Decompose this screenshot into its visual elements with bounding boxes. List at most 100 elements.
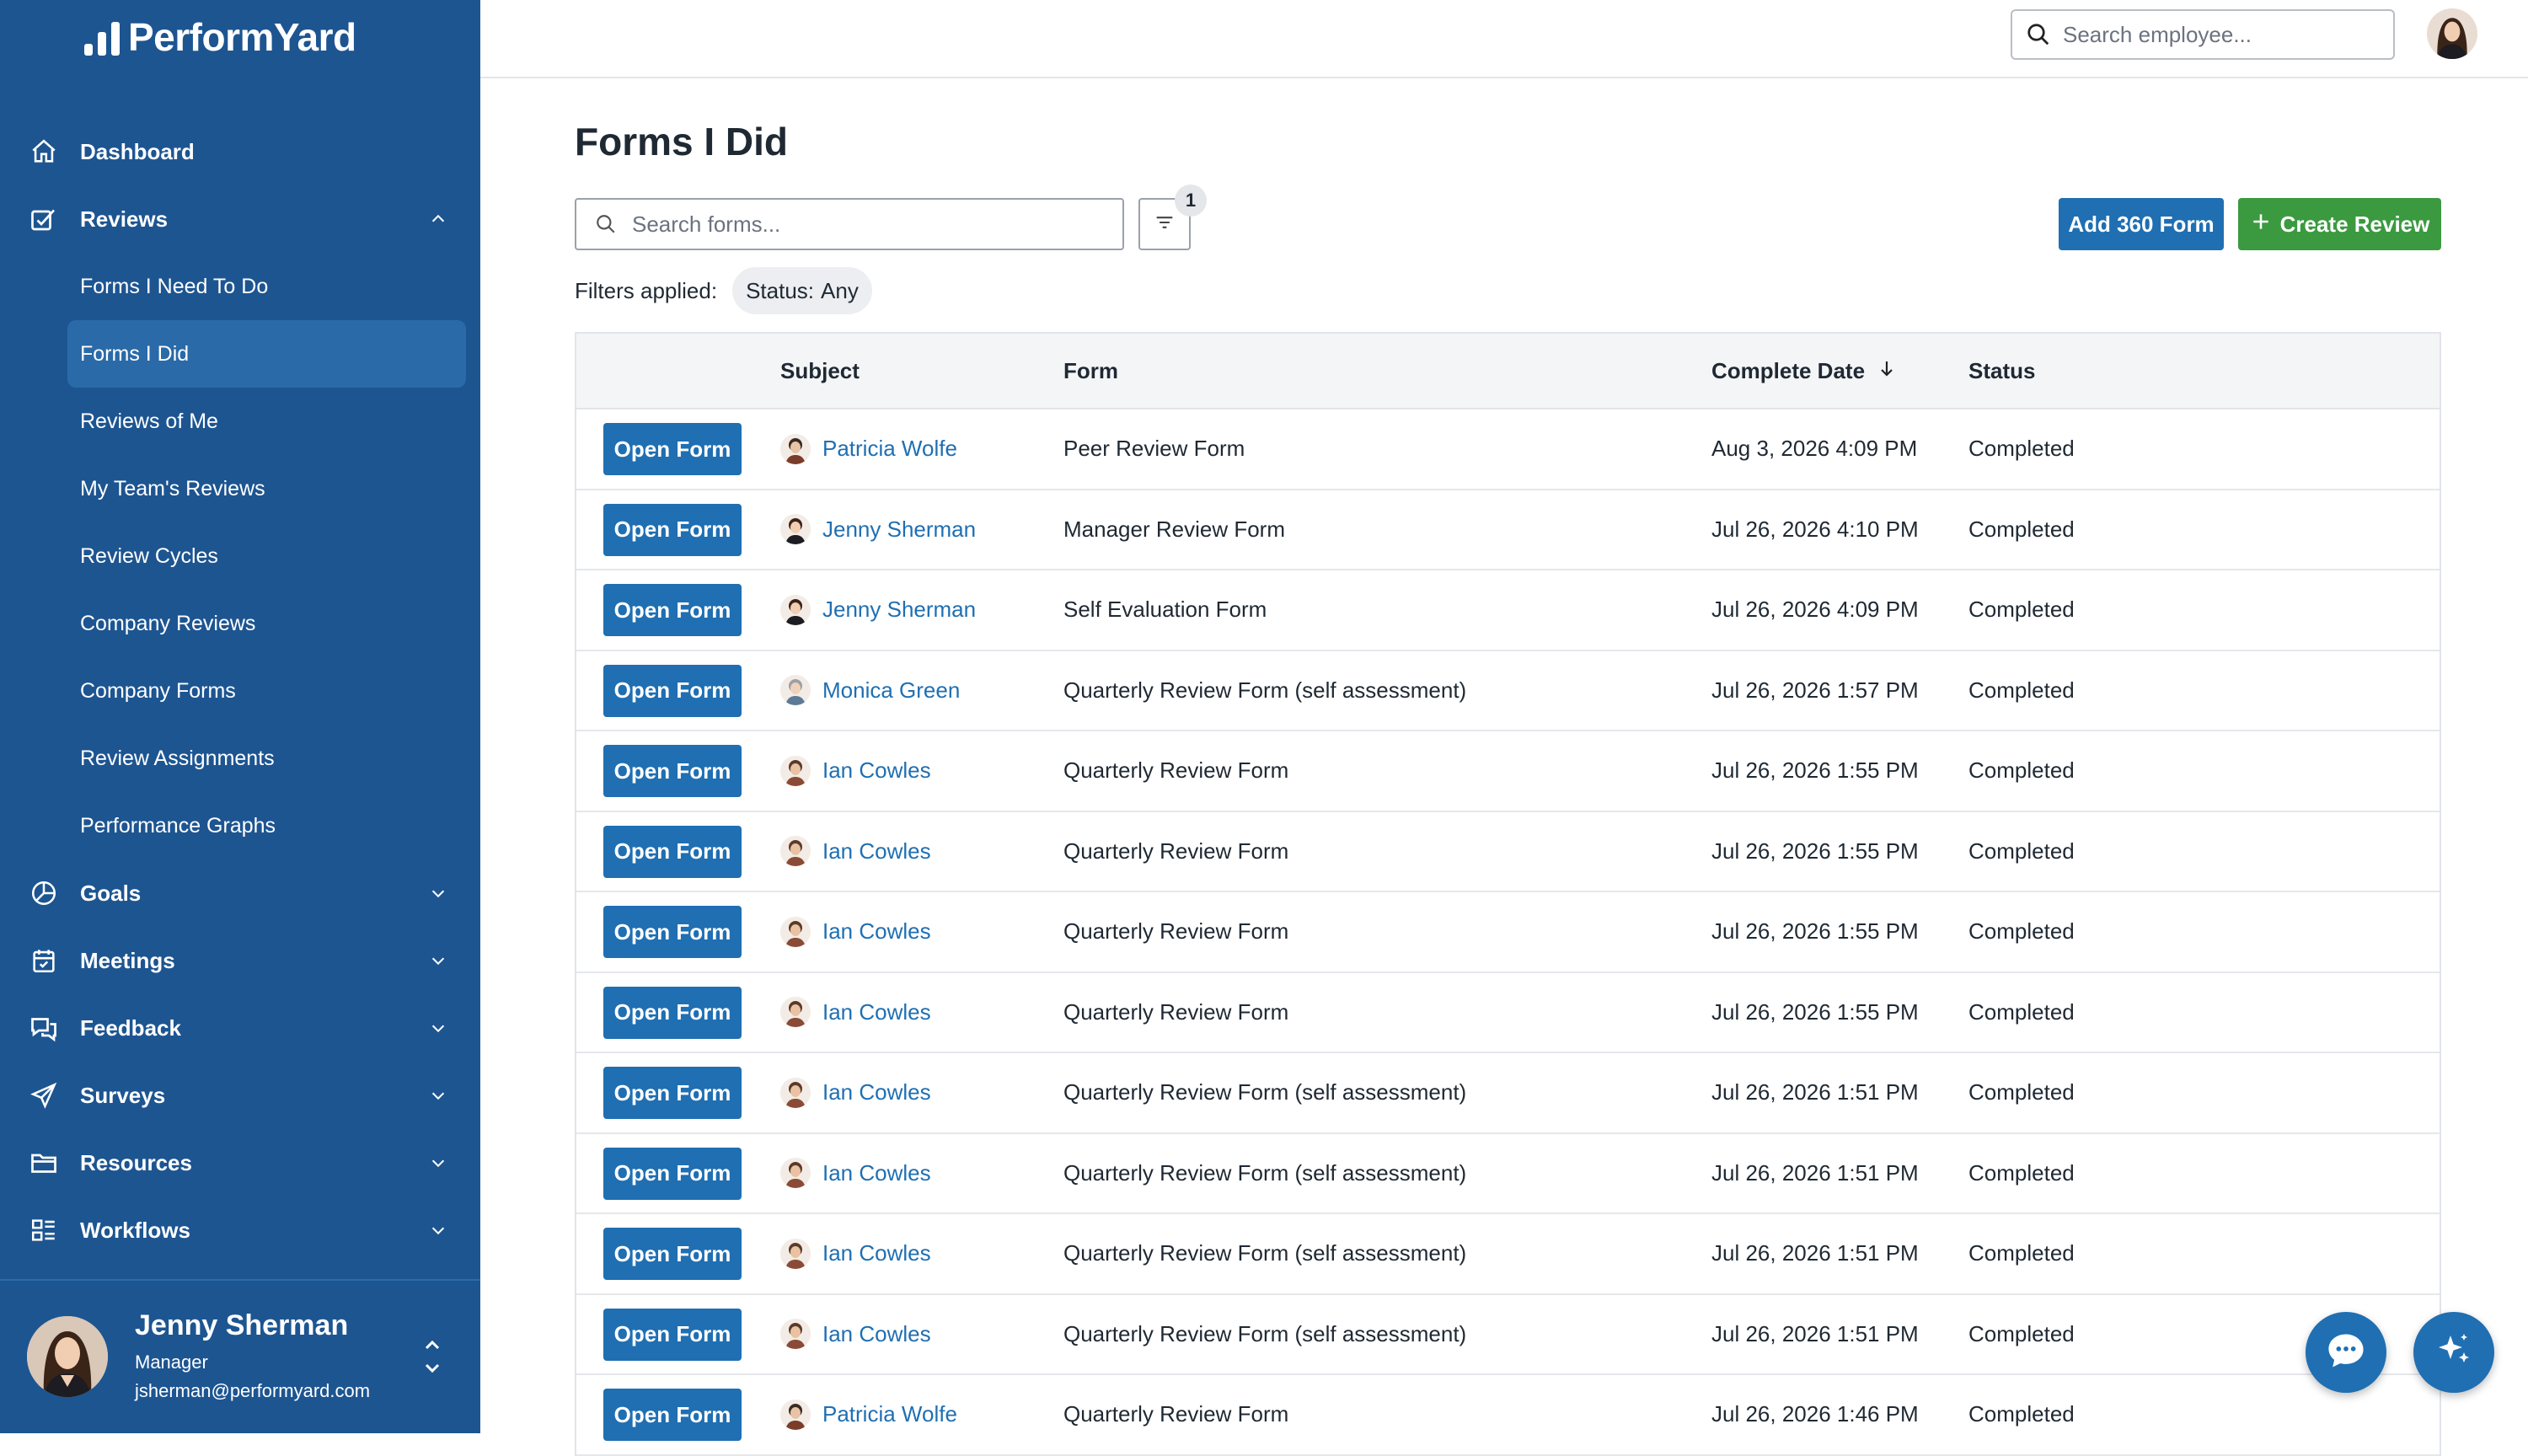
filter-chip-status[interactable]: Status: Any <box>732 267 872 314</box>
subject-link[interactable]: Patricia Wolfe <box>822 1401 957 1427</box>
sidebar-item-surveys[interactable]: Surveys <box>0 1062 480 1129</box>
sidebar-item-dashboard[interactable]: Dashboard <box>0 118 480 185</box>
open-form-button[interactable]: Open Form <box>603 1228 742 1280</box>
sidebar-subitem-forms-i-did[interactable]: Forms I Did <box>0 320 480 388</box>
subject-link[interactable]: Ian Cowles <box>822 1321 931 1347</box>
open-form-button[interactable]: Open Form <box>603 584 742 636</box>
sidebar-subitem-label: Forms I Need To Do <box>80 274 269 298</box>
expand-collapse-icon[interactable] <box>420 1331 445 1382</box>
table-row: Open Form Ian Cowles Quarterly Review Form… <box>576 1053 2440 1134</box>
sidebar-subitem-company-forms[interactable]: Company Forms <box>0 657 480 725</box>
column-header-subject[interactable]: Subject <box>780 334 860 408</box>
complete-date-cell: Aug 3, 2026 4:09 PM <box>1711 436 1918 461</box>
open-form-button[interactable]: Open Form <box>603 1147 742 1200</box>
add-360-form-button[interactable]: Add 360 Form <box>2059 198 2224 250</box>
status-cell: Completed <box>1968 998 2075 1025</box>
subject-link[interactable]: Ian Cowles <box>822 999 931 1025</box>
sidebar-item-goals[interactable]: Goals <box>0 859 480 927</box>
complete-date-cell: Jul 26, 2026 4:09 PM <box>1711 597 1919 622</box>
sidebar-subitem-reviews-of-me[interactable]: Reviews of Me <box>0 388 480 455</box>
column-header-status[interactable]: Status <box>1968 334 2035 408</box>
subject-link[interactable]: Ian Cowles <box>822 757 931 784</box>
avatar <box>27 1316 108 1397</box>
open-form-button[interactable]: Open Form <box>603 986 742 1039</box>
column-header-complete-date[interactable]: Complete Date <box>1711 334 1897 408</box>
open-form-button[interactable]: Open Form <box>603 503 742 556</box>
open-form-button[interactable]: Open Form <box>603 745 742 797</box>
subject-avatar <box>780 594 811 625</box>
subject-cell: Jenny Sherman <box>780 490 976 569</box>
subject-link[interactable]: Jenny Sherman <box>822 597 976 623</box>
subject-avatar <box>780 1238 811 1269</box>
sidebar-subitem-forms-i-need-to-do[interactable]: Forms I Need To Do <box>0 253 480 320</box>
workflow-icon <box>27 1213 61 1247</box>
forms-search-input[interactable] <box>630 210 1106 238</box>
sidebar-item-feedback[interactable]: Feedback <box>0 994 480 1062</box>
chat-button[interactable] <box>2306 1312 2386 1393</box>
subject-link[interactable]: Ian Cowles <box>822 1240 931 1266</box>
main-content: Forms I Did 1 Add 360 Form Create Review… <box>575 77 2444 1456</box>
form-name-cell: Quarterly Review Form <box>1063 998 1289 1025</box>
sidebar-subitem-review-cycles[interactable]: Review Cycles <box>0 522 480 590</box>
open-form-button[interactable]: Open Form <box>603 664 742 717</box>
open-form-button[interactable]: Open Form <box>603 906 742 958</box>
form-name-cell: Peer Review Form <box>1063 436 1245 461</box>
status-cell: Completed <box>1968 838 2075 864</box>
complete-date-cell: Jul 26, 2026 1:46 PM <box>1711 1401 1919 1427</box>
subject-link[interactable]: Monica Green <box>822 677 960 704</box>
sidebar-item-workflows[interactable]: Workflows <box>0 1196 480 1264</box>
open-form-button[interactable]: Open Form <box>603 1308 742 1361</box>
search-icon <box>593 211 619 237</box>
subject-link[interactable]: Ian Cowles <box>822 1160 931 1186</box>
open-form-button[interactable]: Open Form <box>603 825 742 878</box>
sidebar-subitem-label: Review Assignments <box>80 746 275 770</box>
status-cell: Completed <box>1968 918 2075 944</box>
subject-link[interactable]: Jenny Sherman <box>822 517 976 543</box>
form-name-cell: Quarterly Review Form (self assessment) <box>1063 1159 1467 1186</box>
user-menu[interactable]: Jenny Sherman Manager jsherman@performya… <box>0 1279 480 1435</box>
sidebar-item-label: Workflows <box>80 1217 190 1243</box>
sidebar-subitem-company-reviews[interactable]: Company Reviews <box>0 590 480 657</box>
filter-chip-value: Any <box>821 277 859 303</box>
employee-search[interactable] <box>2011 9 2395 60</box>
subject-avatar <box>780 1077 811 1108</box>
status-cell: Completed <box>1968 1401 2075 1427</box>
subject-link[interactable]: Patricia Wolfe <box>822 436 957 462</box>
subject-link[interactable]: Ian Cowles <box>822 838 931 864</box>
form-name-cell: Self Evaluation Form <box>1063 597 1267 622</box>
table-row: Open Form Ian Cowles Quarterly Review Form… <box>576 973 2440 1053</box>
sidebar-item-label: Resources <box>80 1149 192 1175</box>
form-name-cell: Quarterly Review Form <box>1063 918 1289 944</box>
sidebar-subitem-label: Forms I Did <box>80 341 190 366</box>
profile-avatar[interactable] <box>2427 8 2477 59</box>
ai-assistant-button[interactable] <box>2413 1312 2494 1393</box>
open-form-button[interactable]: Open Form <box>603 423 742 475</box>
sidebar-subitem-review-assignments[interactable]: Review Assignments <box>0 725 480 792</box>
status-cell: Completed <box>1968 516 2075 542</box>
user-name: Jenny Sherman <box>135 1309 349 1341</box>
employee-search-input[interactable] <box>2061 20 2385 49</box>
sidebar-subitem-label: Company Forms <box>80 678 236 703</box>
open-form-button[interactable]: Open Form <box>603 1067 742 1119</box>
subject-cell: Monica Green <box>780 651 960 730</box>
sidebar-item-resources[interactable]: Resources <box>0 1129 480 1196</box>
sidebar-item-reviews[interactable]: Reviews <box>0 185 480 253</box>
forms-search[interactable] <box>575 198 1124 250</box>
sidebar-item-label: Dashboard <box>80 138 195 164</box>
chevron-down-icon <box>426 1084 450 1107</box>
logo[interactable]: PerformYard <box>84 12 356 62</box>
status-cell: Completed <box>1968 436 2075 461</box>
sidebar-item-meetings[interactable]: Meetings <box>0 927 480 994</box>
create-review-button[interactable]: Create Review <box>2238 198 2441 250</box>
subject-link[interactable]: Ian Cowles <box>822 918 931 945</box>
brand-name: PerformYard <box>128 15 356 59</box>
sidebar-subitem-performance-graphs[interactable]: Performance Graphs <box>0 792 480 859</box>
column-header-label: Complete Date <box>1711 357 1866 383</box>
sidebar-subitem-my-teams-reviews[interactable]: My Team's Reviews <box>0 455 480 522</box>
sparkle-icon <box>2434 1330 2474 1375</box>
subject-avatar <box>780 755 811 786</box>
column-header-form[interactable]: Form <box>1063 334 1118 408</box>
subject-link[interactable]: Ian Cowles <box>822 1079 931 1105</box>
table-row: Open Form Monica Green Quarterly Review Fo… <box>576 651 2440 731</box>
reviews-icon <box>27 202 61 236</box>
